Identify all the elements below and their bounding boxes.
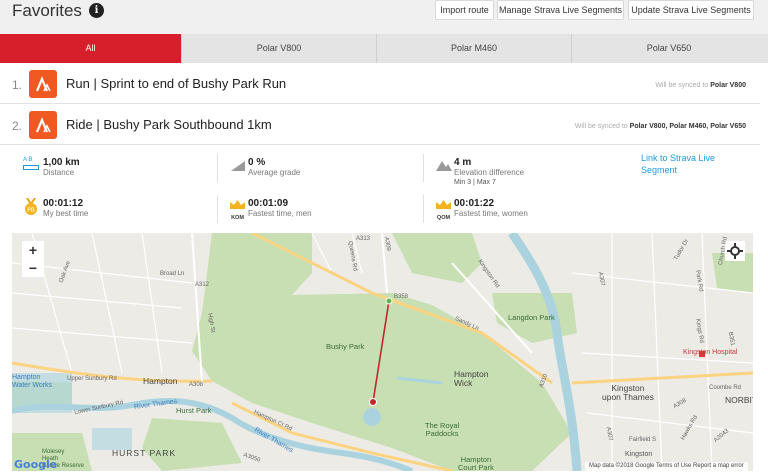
sync-info: Will be synced to Polar V800 <box>655 82 746 89</box>
distance-value: 1,00 km <box>43 157 80 168</box>
road-label: Coombe Rd <box>709 385 742 391</box>
google-logo: Google <box>14 458 58 471</box>
device-tabs: All Polar V800 Polar M460 Polar V650 <box>0 34 768 63</box>
manage-strava-button[interactable]: Manage Strava Live Segments <box>497 0 624 20</box>
tab-polar-m460[interactable]: Polar M460 <box>377 34 572 63</box>
zoom-in-button[interactable]: + <box>22 241 44 259</box>
grade-value: 0 % <box>248 157 266 168</box>
map-canvas[interactable] <box>12 233 753 471</box>
medal-icon: PB <box>25 198 37 215</box>
map-label: Hampton Court Park <box>458 455 494 472</box>
zoom-out-button[interactable]: − <box>22 259 44 277</box>
best-time-value: 00:01:12 <box>43 198 84 209</box>
import-route-button[interactable]: Import route <box>435 0 494 20</box>
divider <box>217 195 218 223</box>
segment-map[interactable]: + − Bushy Park Hampton Wick Hampton Hurs… <box>12 233 753 471</box>
strava-icon <box>29 70 57 98</box>
sync-info: Will be synced to Polar V800, Polar M460… <box>575 123 746 130</box>
road-label: B358 <box>394 294 409 300</box>
update-strava-button[interactable]: Update Strava Live Segments <box>628 0 754 20</box>
divider <box>423 154 424 182</box>
qom-icon: QOM <box>435 197 452 221</box>
sync-prefix: Will be synced to <box>574 123 628 130</box>
elevation-label: Elevation difference <box>454 168 525 177</box>
distance-icon-text: A B <box>23 157 33 163</box>
elevation-value: 4 m <box>454 157 472 168</box>
sync-prefix: Will be synced to <box>655 82 709 89</box>
road-label: Fairfield S <box>629 437 657 443</box>
segment-row[interactable]: 1. Run | Sprint to end of Bushy Park Run… <box>0 64 760 104</box>
kom-icon: KOM <box>229 197 246 221</box>
tab-all[interactable]: All <box>0 34 182 63</box>
qom-value: 00:01:22 <box>454 198 495 209</box>
segment-name[interactable]: Ride | Bushy Park Southbound 1km <box>66 117 272 132</box>
road-label: A313 <box>356 236 371 242</box>
locate-icon[interactable] <box>725 241 745 261</box>
page-title: Favorites <box>12 1 82 20</box>
segment-number: 2. <box>12 119 23 133</box>
sync-devices: Polar V800, Polar M460, Polar V650 <box>629 123 746 130</box>
tab-polar-v650[interactable]: Polar V650 <box>572 34 766 63</box>
segment-number: 1. <box>12 78 23 92</box>
road-label: Upper Sunbury Rd <box>67 376 117 382</box>
map-label: Kingston <box>625 451 653 458</box>
sync-devices: Polar V800 <box>710 82 746 89</box>
distance-icon: A B <box>23 157 39 175</box>
divider <box>423 195 424 223</box>
kom-label: Fastest time, men <box>248 209 312 218</box>
qom-badge: QOM <box>436 215 451 221</box>
map-label: The Royal Paddocks <box>425 421 460 438</box>
map-label: Hampton Water Works <box>12 374 53 389</box>
qom-label: Fastest time, women <box>454 209 528 218</box>
map-label: HURST PARK <box>112 448 177 458</box>
road-label: Broad Ln <box>160 271 185 277</box>
kom-value: 00:01:09 <box>248 198 289 209</box>
segment-name[interactable]: Run | Sprint to end of Bushy Park Run <box>66 76 286 91</box>
info-icon[interactable]: i <box>89 3 104 18</box>
map-attribution[interactable]: Map data ©2018 Google Terms of Use Repor… <box>585 462 748 471</box>
divider <box>217 154 218 182</box>
elevation-range: Min 3 | Max 7 <box>454 179 496 186</box>
map-label: Kingston upon Thames <box>602 383 654 402</box>
strava-icon <box>29 111 57 139</box>
distance-label: Distance <box>43 168 75 177</box>
header-bar: Favorites i Import route Manage Strava L… <box>0 0 768 34</box>
strava-live-link[interactable]: Link to Strava Live Segment <box>641 152 731 176</box>
best-time-label: My best time <box>43 209 89 218</box>
grade-icon <box>231 161 245 171</box>
road-label: A308 <box>189 382 204 388</box>
road-label: A312 <box>195 282 210 288</box>
map-label: Hampton Wick <box>454 369 489 388</box>
map-label: Kingston Hospital <box>683 349 738 356</box>
map-label: NORBIT <box>725 395 753 405</box>
map-label: Bushy Park <box>326 342 365 351</box>
map-label: Hampton <box>143 376 178 386</box>
tab-polar-v800[interactable]: Polar V800 <box>182 34 377 63</box>
kom-badge: KOM <box>231 215 244 221</box>
map-label: Langdon Park <box>508 313 555 322</box>
elevation-icon <box>436 161 452 171</box>
map-label: Hurst Park <box>176 406 212 415</box>
grade-label: Average grade <box>248 168 301 177</box>
svg-text:PB: PB <box>27 207 35 214</box>
segment-row[interactable]: 2. Ride | Bushy Park Southbound 1km Will… <box>0 105 760 145</box>
